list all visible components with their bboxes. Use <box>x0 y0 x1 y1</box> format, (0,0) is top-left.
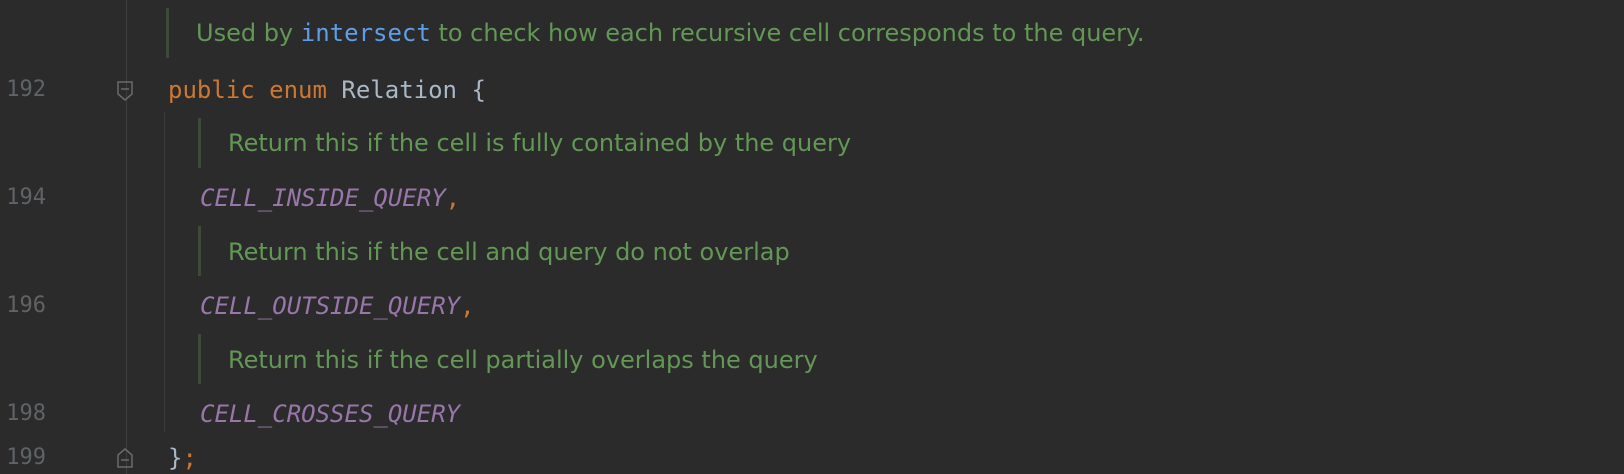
gutter-divider <box>126 0 127 474</box>
comma: , <box>445 184 461 212</box>
code-editor[interactable]: Used by intersect to check how each recu… <box>0 0 1624 474</box>
enum-constant-outside: CELL_OUTSIDE_QUERY <box>200 292 461 320</box>
line-number-199: 199 <box>6 445 46 470</box>
line-number-198: 198 <box>6 401 46 426</box>
doc-comment-outside: Return this if the cell and query do not… <box>228 238 790 266</box>
fold-end-icon[interactable] <box>116 447 134 469</box>
line-number-196: 196 <box>6 293 46 318</box>
line-number-194: 194 <box>6 185 46 210</box>
code-line-194[interactable]: CELL_INSIDE_QUERY, <box>200 183 460 213</box>
semicolon: ; <box>182 444 197 472</box>
doc-comment-bar <box>198 226 201 276</box>
enum-name: Relation <box>341 76 457 104</box>
doc-comment-bar <box>198 118 201 168</box>
doc-comment-crosses: Return this if the cell partially overla… <box>228 346 818 374</box>
open-brace: { <box>471 76 486 104</box>
doc-comment-inside: Return this if the cell is fully contain… <box>228 129 852 157</box>
keyword-enum: enum <box>269 76 327 104</box>
line-number-192: 192 <box>6 77 46 102</box>
close-brace: } <box>168 444 183 472</box>
code-line-199[interactable]: }; <box>168 443 197 473</box>
doc-comment-relation: Used by intersect to check how each recu… <box>196 18 1144 48</box>
comma: , <box>460 292 475 320</box>
enum-constant-crosses: CELL_CROSSES_QUERY <box>200 400 461 428</box>
doc-link-intersect[interactable]: intersect <box>301 19 431 47</box>
enum-constant-inside: CELL_INSIDE_QUERY <box>200 184 446 212</box>
fold-collapse-icon[interactable] <box>116 80 134 102</box>
keyword-public: public <box>168 76 255 104</box>
doc-comment-bar <box>198 334 201 384</box>
doc-comment-bar <box>166 8 169 58</box>
code-line-192[interactable]: public enum Relation { <box>168 75 486 105</box>
doc-text: Used by <box>196 19 301 47</box>
code-line-196[interactable]: CELL_OUTSIDE_QUERY, <box>200 291 475 321</box>
doc-text: to check how each recursive cell corresp… <box>430 19 1145 47</box>
indent-guide <box>164 112 165 432</box>
code-line-198[interactable]: CELL_CROSSES_QUERY <box>200 399 460 429</box>
